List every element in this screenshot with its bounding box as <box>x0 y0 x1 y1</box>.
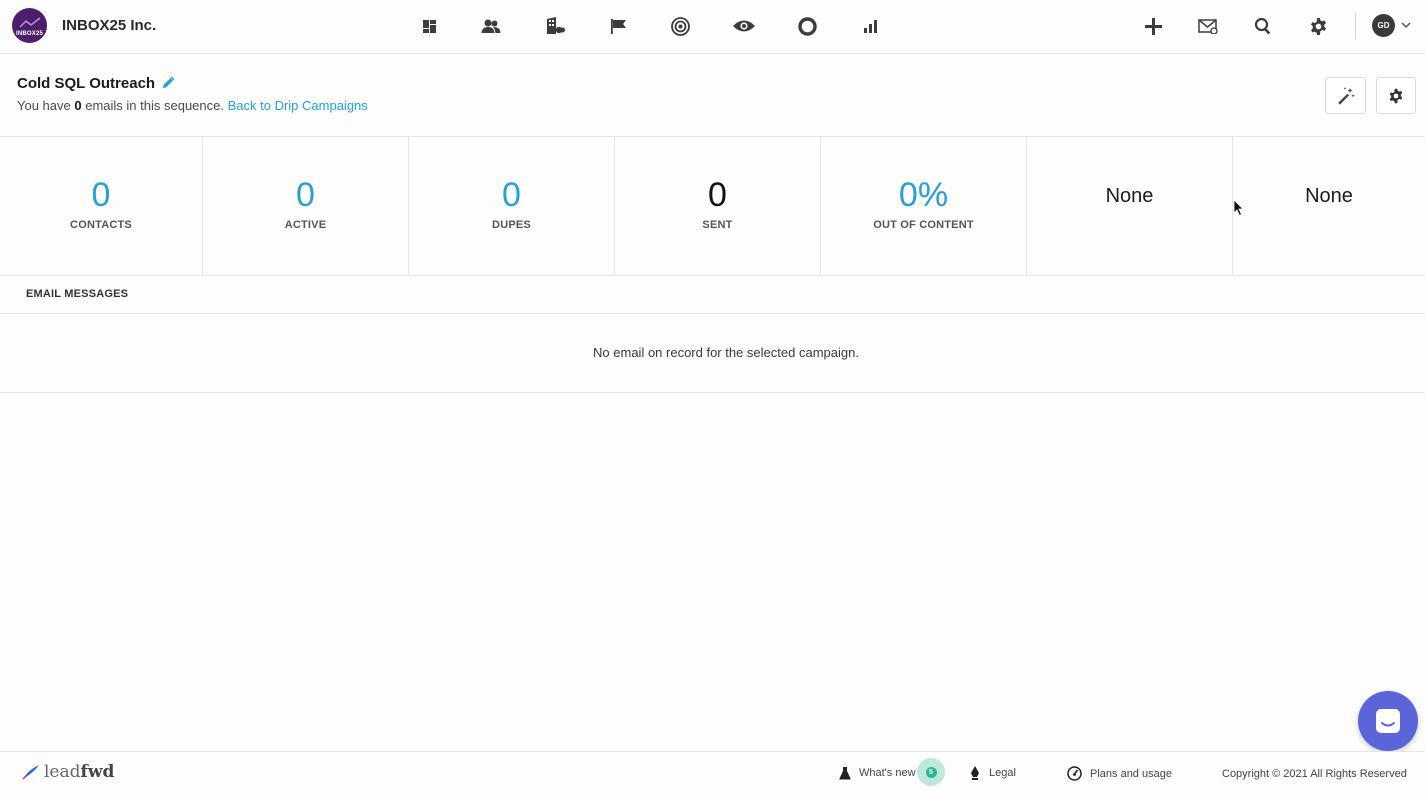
copyright: Copyright © 2021 All Rights Reserved <box>1222 768 1407 780</box>
stat-label: OUT OF CONTENT <box>873 219 974 231</box>
stat-none-2[interactable]: None <box>1233 137 1425 275</box>
section-divider <box>0 392 1425 393</box>
summary-prefix: You have <box>17 98 71 113</box>
brand[interactable]: INBOX25 INBOX25 Inc. <box>12 8 156 43</box>
target-icon[interactable] <box>670 16 690 36</box>
user-avatar[interactable]: GD <box>1372 14 1395 37</box>
stat-value: None <box>1105 185 1154 207</box>
whats-new-label: What's new <box>859 767 916 779</box>
plans-and-usage-link[interactable]: Plans and usage <box>1067 766 1172 781</box>
chevron-down-icon[interactable] <box>1400 19 1412 31</box>
bar-chart-icon[interactable] <box>860 16 880 36</box>
edit-pencil-icon[interactable] <box>161 76 175 90</box>
logo-fwd: fwd <box>80 762 115 782</box>
email-messages-heading: EMAIL MESSAGES <box>26 288 129 300</box>
summary-suffix: emails in this sequence. <box>85 98 224 113</box>
magic-wand-button[interactable] <box>1325 77 1366 114</box>
stat-out-of-content[interactable]: 0% OUT OF CONTENT <box>821 137 1027 275</box>
topbar-divider <box>1355 13 1356 39</box>
chat-launcher-button[interactable] <box>1358 691 1418 751</box>
stat-value: None <box>1305 185 1353 207</box>
campaign-settings-button[interactable] <box>1376 77 1416 114</box>
sequence-summary: You have 0 emails in this sequence. Back… <box>17 98 368 113</box>
pen-nib-icon <box>971 766 979 780</box>
email-count: 0 <box>74 98 82 113</box>
page-title: Cold SQL Outreach <box>17 75 156 92</box>
leadfwd-logo[interactable]: leadfwd <box>22 762 114 782</box>
dashboard-icon[interactable] <box>419 16 439 36</box>
stat-active[interactable]: 0 ACTIVE <box>203 137 409 275</box>
legal-label: Legal <box>989 767 1016 779</box>
empty-state-message: No email on record for the selected camp… <box>593 345 859 360</box>
companies-icon[interactable] <box>545 16 565 36</box>
stat-contacts[interactable]: 0 CONTACTS <box>0 137 203 275</box>
company-name: INBOX25 Inc. <box>62 17 157 34</box>
logo-text: INBOX25 <box>15 31 44 37</box>
leadfwd-feather-icon <box>22 765 39 780</box>
search-icon[interactable] <box>1253 16 1273 36</box>
stat-value: 0 <box>502 176 521 214</box>
gear-icon[interactable] <box>1308 16 1328 36</box>
mouse-cursor-icon <box>1233 199 1244 217</box>
contacts-icon[interactable] <box>481 16 501 36</box>
stat-label: SENT <box>702 219 733 231</box>
logo-graph-icon <box>18 17 40 28</box>
stat-label: DUPES <box>492 219 531 231</box>
plus-icon[interactable] <box>1143 16 1163 36</box>
eye-icon[interactable] <box>732 16 756 36</box>
legal-link[interactable]: Legal <box>969 766 1016 780</box>
whats-new-count: 5 <box>925 766 937 778</box>
flag-icon[interactable] <box>608 16 628 36</box>
stat-value: 0 <box>708 176 727 214</box>
magic-wand-icon <box>1337 86 1355 105</box>
section-divider <box>0 313 1425 314</box>
gauge-icon <box>1067 766 1082 781</box>
plans-label: Plans and usage <box>1090 767 1172 780</box>
settings-gear-icon <box>1389 88 1403 103</box>
stat-sent[interactable]: 0 SENT <box>615 137 821 275</box>
whats-new-link[interactable]: What's new <box>839 766 916 780</box>
stat-label: ACTIVE <box>284 219 327 231</box>
stat-value: 0 <box>91 176 111 214</box>
logo-lead: lead <box>44 762 81 782</box>
top-navigation-bar: INBOX25 INBOX25 Inc. GD <box>0 0 1425 54</box>
mail-icon[interactable] <box>1198 16 1218 36</box>
stat-value: 0 <box>296 176 315 214</box>
footer: leadfwd What's new Legal Plans and usage… <box>0 751 1425 794</box>
company-logo: INBOX25 <box>12 8 47 43</box>
whats-new-badge[interactable]: 5 <box>917 758 945 786</box>
chat-icon <box>1376 709 1400 733</box>
back-to-drip-campaigns-link[interactable]: Back to Drip Campaigns <box>228 98 368 113</box>
circle-icon[interactable] <box>797 16 817 36</box>
stat-none-1[interactable]: None <box>1027 137 1233 275</box>
campaign-stats: 0 CONTACTS 0 ACTIVE 0 DUPES 0 SENT 0% OU… <box>0 136 1425 276</box>
stat-dupes[interactable]: 0 DUPES <box>409 137 615 275</box>
stat-label: CONTACTS <box>70 219 132 231</box>
stat-value: 0% <box>898 176 949 214</box>
flask-icon <box>839 767 851 780</box>
